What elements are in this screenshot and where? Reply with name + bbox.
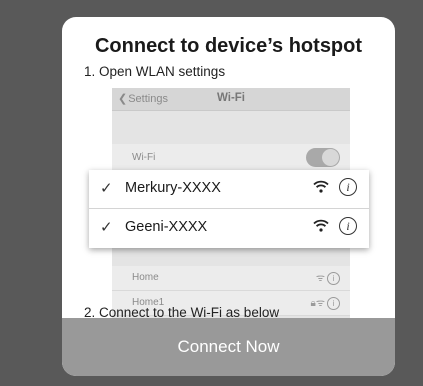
checkmark-icon: ✓ (100, 219, 113, 236)
network-list-item[interactable]: ✓ Merkury-XXXX i (89, 170, 369, 209)
wifi-icon (313, 219, 329, 235)
network-ssid: Merkury-XXXX (125, 180, 221, 196)
step-1-text: 1. Open WLAN settings (84, 64, 226, 79)
wifi-toggle (306, 148, 340, 167)
wifi-icon: ᯤ (315, 298, 325, 309)
device-network-list: ✓ Merkury-XXXX i ✓ Geeni-XXXX i (89, 170, 369, 248)
wifi-icon (313, 180, 329, 196)
network-row: Home ᯤi (112, 266, 350, 291)
info-icon: i (327, 296, 340, 310)
dialog-title: Connect to device’s hotspot (94, 35, 363, 57)
network-icons: 🔒︎ᯤ i (311, 295, 340, 310)
phone-title: Wi-Fi (217, 92, 245, 104)
checkmark-icon: ✓ (100, 180, 113, 197)
network-ssid: Geeni-XXXX (125, 219, 208, 235)
network-name: Home (132, 272, 159, 283)
info-icon: i (327, 271, 340, 285)
network-list-item[interactable]: ✓ Geeni-XXXX i (89, 209, 369, 247)
wifi-toggle-row: Wi-Fi (112, 144, 350, 170)
phone-nav-bar: ❮Settings Wi-Fi (112, 88, 350, 111)
network-icons: ᯤi (316, 270, 340, 285)
info-icon[interactable]: i (339, 217, 357, 235)
info-icon[interactable]: i (339, 178, 357, 196)
connect-now-button[interactable]: Connect Now (62, 318, 395, 376)
wifi-icon: ᯤ (315, 273, 325, 284)
wifi-toggle-label: Wi-Fi (132, 152, 156, 163)
